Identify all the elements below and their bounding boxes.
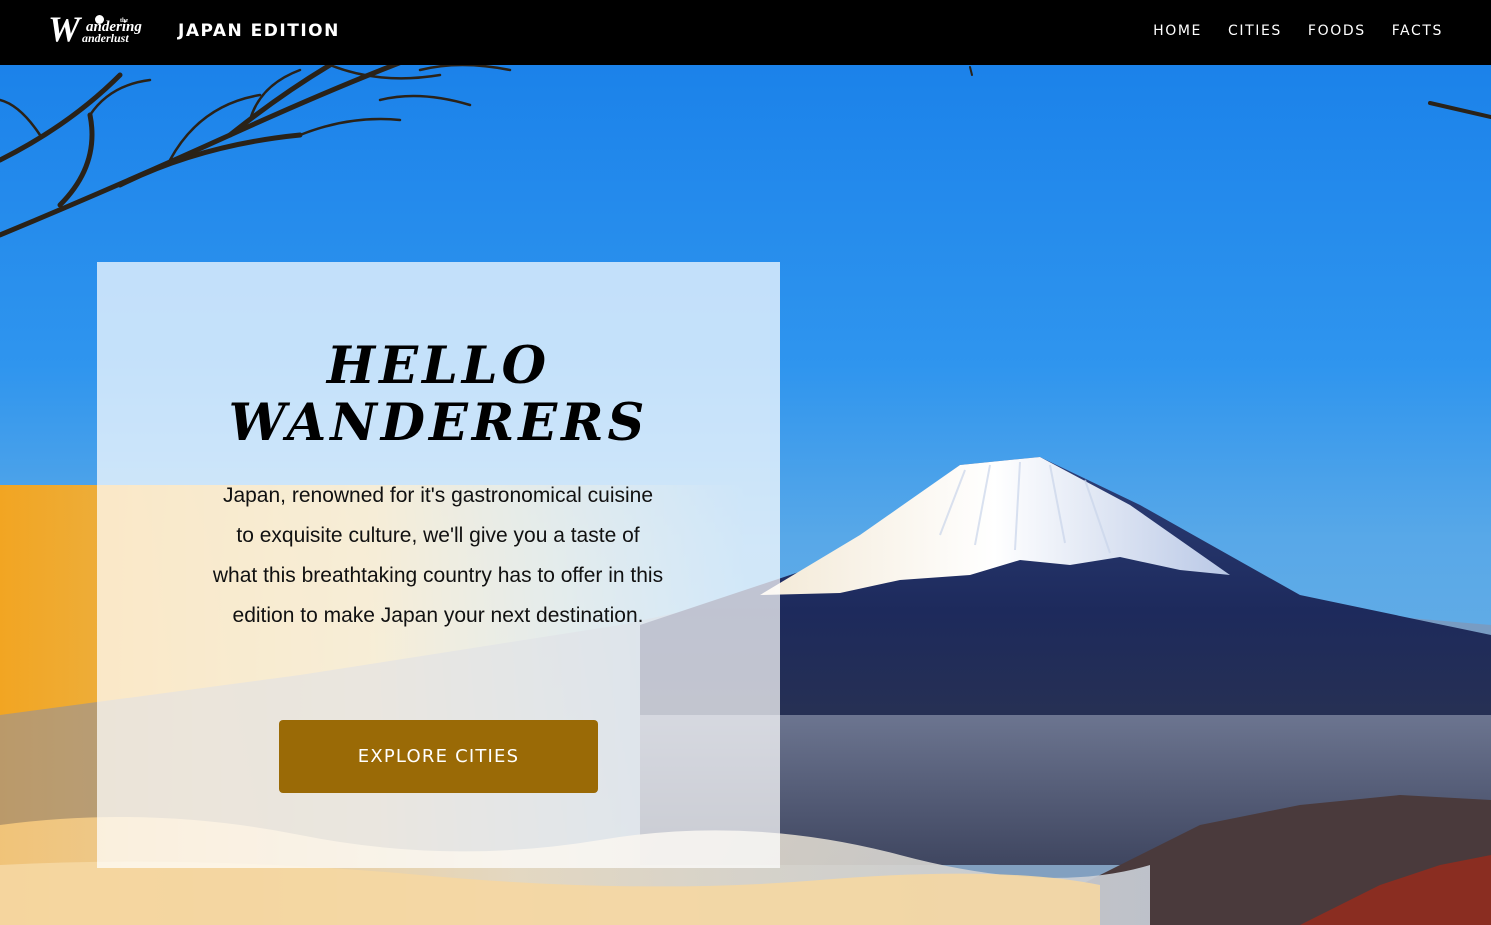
nav-link-foods[interactable]: FOODS [1308,22,1366,40]
hero-heading-line2: WANDERERS [228,393,649,453]
hero-description: Japan, renowned for it's gastronomical c… [212,484,664,627]
logo-initial: W [48,9,80,49]
hero-heading-line1: HELLO [326,336,551,396]
logo-line2: anderlust [82,31,129,45]
page: W the andering anderlust JAPAN EDITION H… [0,0,1491,925]
nav-link-facts[interactable]: FACTS [1392,22,1443,40]
top-navbar: W the andering anderlust JAPAN EDITION H… [0,0,1491,65]
explore-cities-button[interactable]: EXPLORE CITIES [279,720,598,793]
edition-title: JAPAN EDITION [178,21,340,41]
main-nav: HOME CITIES FOODS FACTS [1153,22,1443,40]
hero-intro-card: HELLO WANDERERS Japan, renowned for it's… [97,262,780,868]
nav-link-home[interactable]: HOME [1153,22,1202,40]
nav-link-cities[interactable]: CITIES [1228,22,1282,40]
hero-heading: HELLO WANDERERS [97,338,780,452]
wandering-wanderlust-logo[interactable]: W the andering anderlust [48,10,154,50]
